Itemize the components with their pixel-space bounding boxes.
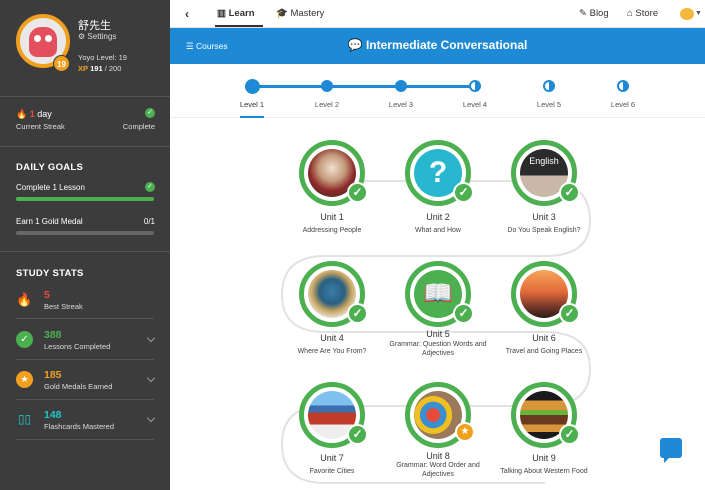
unit-subtitle: Grammar: Question Words and Adjectives: [389, 341, 487, 357]
check-icon: ✓: [559, 303, 580, 324]
level-progress-line: [253, 85, 477, 88]
unit-title[interactable]: Unit 2: [383, 212, 493, 222]
study-stats-title: STUDY STATS: [16, 268, 84, 279]
level-dot[interactable]: [245, 78, 260, 94]
course-title: 💬 Intermediate Conversational: [347, 38, 528, 52]
username: 舒先生: [78, 20, 111, 32]
divider: [16, 318, 154, 319]
divider: [16, 439, 154, 440]
unit-subtitle: Addressing People: [302, 227, 362, 234]
course-header: ☰ Courses 💬 Intermediate Conversational: [170, 28, 705, 64]
check-icon: ✓: [453, 303, 474, 324]
unit-title[interactable]: Unit 1: [277, 212, 387, 222]
stat-gold-medals[interactable]: ★ 185 Gold Medals Earned: [16, 369, 156, 403]
chat-bubbles-icon: 💬: [347, 38, 363, 52]
pencil-icon: ✎: [579, 8, 587, 19]
level-label[interactable]: Level 2: [307, 100, 347, 109]
medal-icon: ★: [455, 422, 475, 442]
unit-title[interactable]: Unit 7: [277, 453, 387, 463]
check-icon: ✓: [145, 108, 155, 118]
unit-title[interactable]: Unit 6: [489, 333, 599, 343]
unit-subtitle: Favorite Cities: [309, 468, 355, 475]
check-icon: ✓: [347, 303, 368, 324]
back-chevron-icon[interactable]: ‹: [185, 7, 189, 21]
level-dot[interactable]: [395, 80, 407, 92]
daily-goals-title: DAILY GOALS: [16, 162, 84, 173]
unit-title[interactable]: Unit 8: [383, 451, 493, 461]
store-icon: ⌂: [627, 8, 633, 19]
unit-subtitle: Do You Speak English?: [507, 227, 581, 234]
divider: [16, 399, 154, 400]
level-dot[interactable]: [321, 80, 333, 92]
chat-icon[interactable]: [660, 438, 682, 463]
divider: [0, 251, 170, 252]
level-label[interactable]: Level 5: [529, 100, 569, 109]
level-dot[interactable]: [469, 80, 481, 92]
unit-subtitle: Talking About Western Food: [500, 468, 588, 475]
yoyo-level: Yoyo Level: 19: [78, 53, 127, 62]
monster-avatar-icon: [29, 27, 57, 57]
goal-count: 0/1: [143, 217, 155, 226]
chevron-down-icon[interactable]: [146, 413, 156, 423]
medal-icon: ★: [16, 371, 33, 388]
profile-panel: 19 舒先生 ⚙ Settings Yoyo Level: 19 XP 191 …: [0, 0, 170, 97]
level-label[interactable]: Level 6: [603, 100, 643, 109]
nav-mastery[interactable]: 🎓 Mastery: [276, 8, 324, 19]
unit-subtitle: Travel and Going Places: [505, 348, 583, 355]
check-icon: ✓: [453, 182, 474, 203]
level-label[interactable]: Level 3: [381, 100, 421, 109]
unit-title[interactable]: Unit 9: [489, 453, 599, 463]
goal-label: Earn 1 Gold Medal: [16, 217, 83, 226]
check-icon: ✓: [559, 182, 580, 203]
chevron-down-icon[interactable]: [146, 333, 156, 343]
goal-progress-bar: [16, 197, 154, 201]
nav-store[interactable]: ⌂ Store: [627, 8, 658, 19]
check-icon: ✓: [559, 424, 580, 445]
unit-subtitle: Where Are You From?: [297, 348, 367, 355]
unit-subtitle: What and How: [415, 227, 461, 234]
check-icon: ✓: [347, 182, 368, 203]
stat-lessons-completed[interactable]: ✓ 388 Lessons Completed: [16, 329, 156, 363]
xp-progress: XP 191 / 200: [78, 64, 122, 73]
gift-icon[interactable]: [680, 8, 694, 20]
check-icon: ✓: [145, 182, 155, 192]
gear-icon: ⚙: [78, 32, 86, 41]
sidebar: 19 舒先生 ⚙ Settings Yoyo Level: 19 XP 191 …: [0, 0, 170, 490]
stat-flashcards[interactable]: ▯▯ 148 Flashcards Mastered: [16, 409, 156, 443]
unit-title[interactable]: Unit 4: [277, 333, 387, 343]
chevron-down-icon[interactable]: [146, 373, 156, 383]
active-tab-underline: [215, 25, 263, 27]
goal-label: Complete 1 Lesson: [16, 183, 85, 192]
top-nav: ‹ ▥ Learn 🎓 Mastery ✎ Blog ⌂ Store ▼: [170, 0, 705, 28]
level-badge: 19: [53, 55, 70, 72]
streak-caption: Current Streak: [16, 122, 65, 131]
settings-link[interactable]: ⚙ Settings: [78, 32, 116, 41]
flashcards-icon: ▯▯: [17, 412, 32, 426]
graduation-cap-icon: 🎓: [276, 8, 288, 19]
streak-panel: 🔥 1 day Current Streak ✓ Complete: [0, 97, 170, 147]
nav-blog[interactable]: ✎ Blog: [579, 8, 609, 19]
level-label[interactable]: Level 1: [232, 100, 272, 109]
streak-status: Complete: [122, 122, 155, 131]
level-selector: Level 1 Level 2 Level 3 Level 4 Level 5 …: [170, 64, 705, 118]
level-dot[interactable]: [617, 80, 629, 92]
level-dot[interactable]: [543, 80, 555, 92]
unit-subtitle: Grammar: Word Order and Adjectives: [396, 462, 480, 478]
streak-days: 🔥 1 day: [16, 109, 52, 119]
check-icon: ✓: [347, 424, 368, 445]
book-icon: ▥: [217, 8, 226, 19]
goal-progress-bar: [16, 231, 154, 235]
fire-icon: 🔥: [16, 109, 28, 119]
fire-icon: 🔥: [16, 292, 33, 307]
level-label[interactable]: Level 4: [455, 100, 495, 109]
unit-title[interactable]: Unit 3: [489, 212, 599, 222]
nav-learn[interactable]: ▥ Learn: [217, 8, 255, 19]
divider: [16, 359, 154, 360]
unit-title[interactable]: Unit 5: [383, 329, 493, 339]
chevron-down-icon[interactable]: ▼: [695, 10, 702, 17]
check-circle-icon: ✓: [16, 331, 33, 348]
